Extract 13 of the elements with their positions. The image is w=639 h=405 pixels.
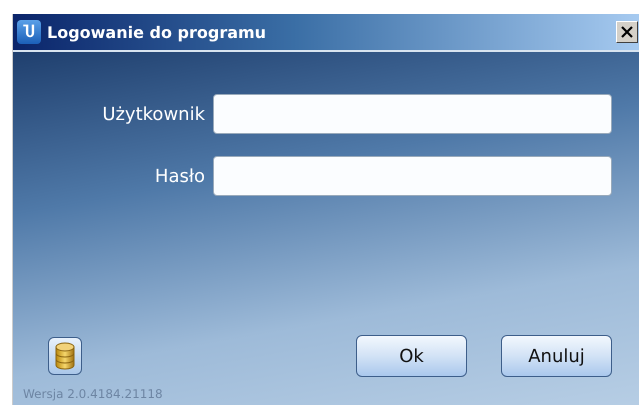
database-button[interactable] (48, 337, 82, 375)
field-label: Hasło (154, 166, 205, 186)
window-title: Logowanie do programu (47, 22, 268, 42)
field-label: Użytkownik (102, 104, 205, 124)
version-text: Wersja 2.0.4184.21118 (23, 387, 164, 401)
close-icon (620, 25, 634, 39)
input-field[interactable] (213, 94, 612, 134)
cancel-button[interactable]: Anuluj (501, 335, 612, 377)
ok-button[interactable]: Ok (356, 335, 467, 377)
app-logo-icon: Ⴎ (17, 20, 41, 44)
close-button[interactable] (616, 21, 638, 43)
database-icon (55, 342, 75, 370)
input-field[interactable] (213, 156, 612, 196)
